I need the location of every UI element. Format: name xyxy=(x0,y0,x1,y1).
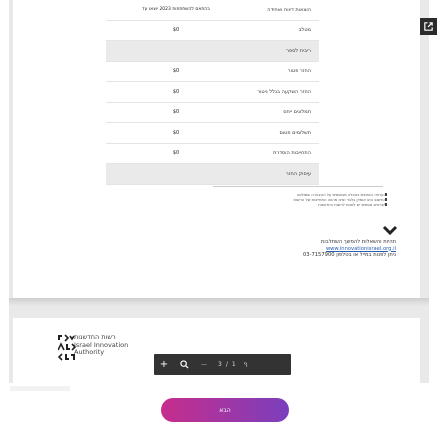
page-gap xyxy=(9,298,429,306)
table-cell-label: תמלוגים ייחס xyxy=(283,109,311,116)
pdf-page-1: בהתאם להשתתפות 2023 יוצאו עד הוצאות דיוו… xyxy=(13,0,420,298)
table-cell-label: מטלב xyxy=(298,27,311,34)
page-current[interactable]: 3 xyxy=(218,361,222,368)
table-cell-value: $0 xyxy=(172,68,180,75)
table-row: $0 מטלב xyxy=(106,21,319,41)
table-header-label: הוצאות דיווח ואחידה xyxy=(267,6,311,13)
note-bullet-icon xyxy=(385,203,387,206)
results-table: בהתאם להשתתפות 2023 יוצאו עד הוצאות דיוו… xyxy=(106,0,319,185)
table-row: $0 החזר פטור xyxy=(106,62,319,82)
notes-divider xyxy=(213,186,383,187)
table-cell-value: $0 xyxy=(172,150,180,157)
table-cell-label: ריבית לספר xyxy=(286,47,311,54)
pdf-toolbar: + — 3 / 1 ף xyxy=(154,354,291,375)
table-cell-label: החזר פטור xyxy=(287,68,311,75)
page-separator: / xyxy=(225,361,228,368)
table-cell-label: התחייבות הוסדרת xyxy=(273,150,311,157)
table-cell-label: תשלומים פטום xyxy=(279,129,312,136)
table-row: $0 תשלומים פטום xyxy=(106,123,319,144)
table-row: $0 החזר השקעה בגלל ניטור xyxy=(106,82,319,103)
pdf-viewer[interactable]: בהתאם להשתתפות 2023 יוצאו עד הוצאות דיוו… xyxy=(9,0,429,383)
logo-line-authority: Authority xyxy=(74,348,105,356)
table-row: ריבית לספר xyxy=(106,41,319,62)
table-cell-label: החזר השקעה בגלל ניטור xyxy=(257,88,311,95)
note-bullet-icon xyxy=(385,198,387,201)
table-header-row: בהתאם להשתתפות 2023 יוצאו עד הוצאות דיוו… xyxy=(106,0,319,21)
zoom-in-button[interactable]: + xyxy=(154,354,174,375)
table-cell-value: $0 xyxy=(172,27,180,34)
contact-details: ניתן לפנות במייל או בטלפון 03-7157900 xyxy=(302,252,396,258)
faint-divider xyxy=(10,386,70,391)
table-cell-value: $0 xyxy=(172,129,180,136)
table-cell-label: עיסוק החזר xyxy=(285,170,311,177)
open-external-button[interactable] xyxy=(420,18,437,35)
table-row: $0 התחייבות הוסדרת xyxy=(106,144,319,164)
table-row: $0 תמלוגים ייחס xyxy=(106,103,319,123)
table-notes: הערות: הנתונים בטבלה מבוססים על ההצהרה ש… xyxy=(216,192,386,207)
notes-line: לפרטים נוספים יש לפנות לרשות החדשנות xyxy=(318,202,386,207)
search-icon xyxy=(179,360,189,369)
external-link-icon xyxy=(424,22,433,31)
zoom-out-button[interactable]: — xyxy=(194,354,214,375)
chevron-down-icon xyxy=(382,225,398,235)
page-total: 1 xyxy=(231,361,236,368)
table-row: עיסוק החזר xyxy=(106,164,319,185)
search-button[interactable] xyxy=(174,354,194,375)
table-cell-value: $0 xyxy=(172,109,180,116)
toolbar-extra-button[interactable]: ף xyxy=(244,361,248,368)
note-bullet-icon xyxy=(385,193,387,196)
contact-block: תהיות והשאלות להמשך השתלבות www.innovati… xyxy=(303,239,396,259)
table-cell-value: $0 xyxy=(172,88,180,95)
table-header-value: בהתאם להשתתפות 2023 יוצאו עד xyxy=(142,7,210,13)
logo-text: רשות החדשנות Israel Innovation Authority xyxy=(74,333,128,357)
next-button[interactable]: הבא xyxy=(161,398,289,422)
